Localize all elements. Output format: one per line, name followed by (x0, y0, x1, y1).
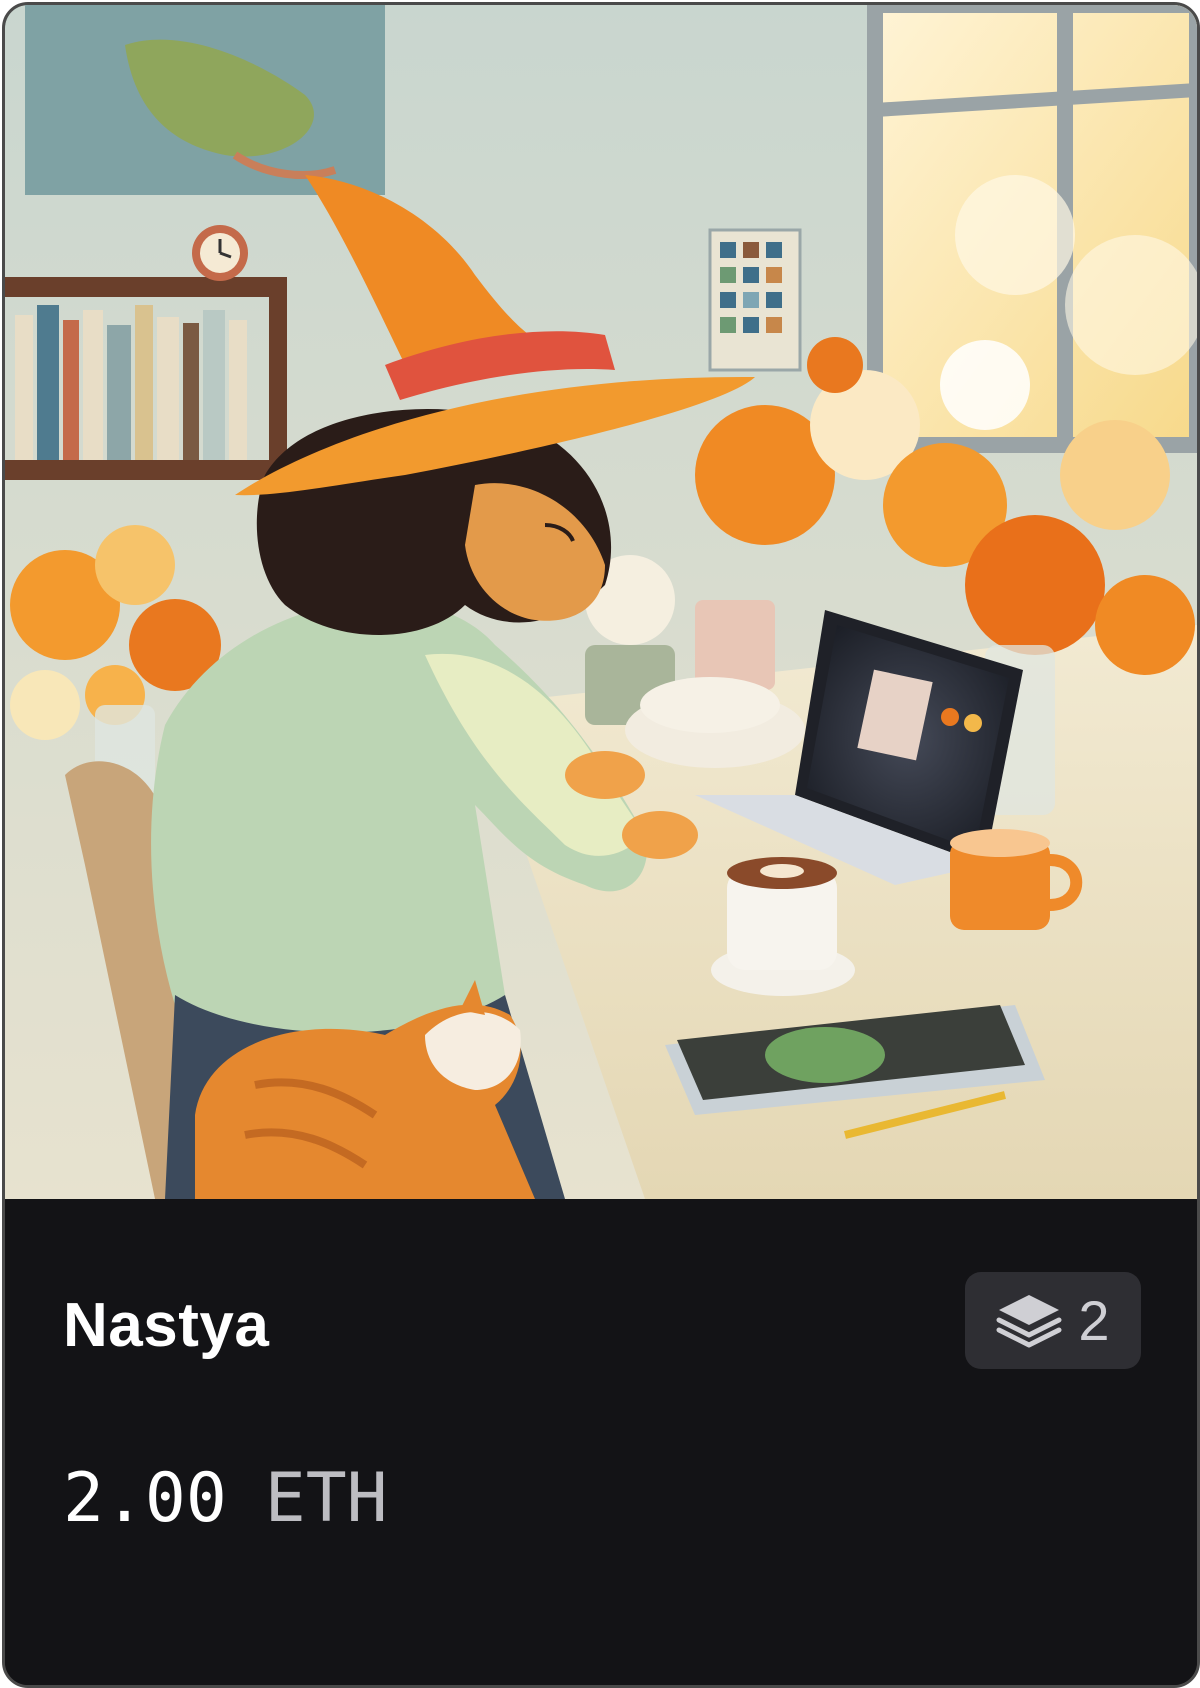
card-info: Nastya 2 2.00 ETH (5, 1199, 1197, 1685)
card-title[interactable]: Nastya (63, 1295, 269, 1357)
nft-card[interactable]: Nastya 2 2.00 ETH (2, 2, 1200, 1688)
price-amount: 2.00 (63, 1459, 227, 1538)
layers-icon (996, 1294, 1062, 1347)
editions-count: 2 (1078, 1288, 1110, 1352)
artwork-image[interactable] (5, 5, 1197, 1199)
price: 2.00 ETH (63, 1465, 388, 1533)
editions-badge[interactable]: 2 (965, 1272, 1141, 1369)
price-currency: ETH (264, 1459, 388, 1538)
